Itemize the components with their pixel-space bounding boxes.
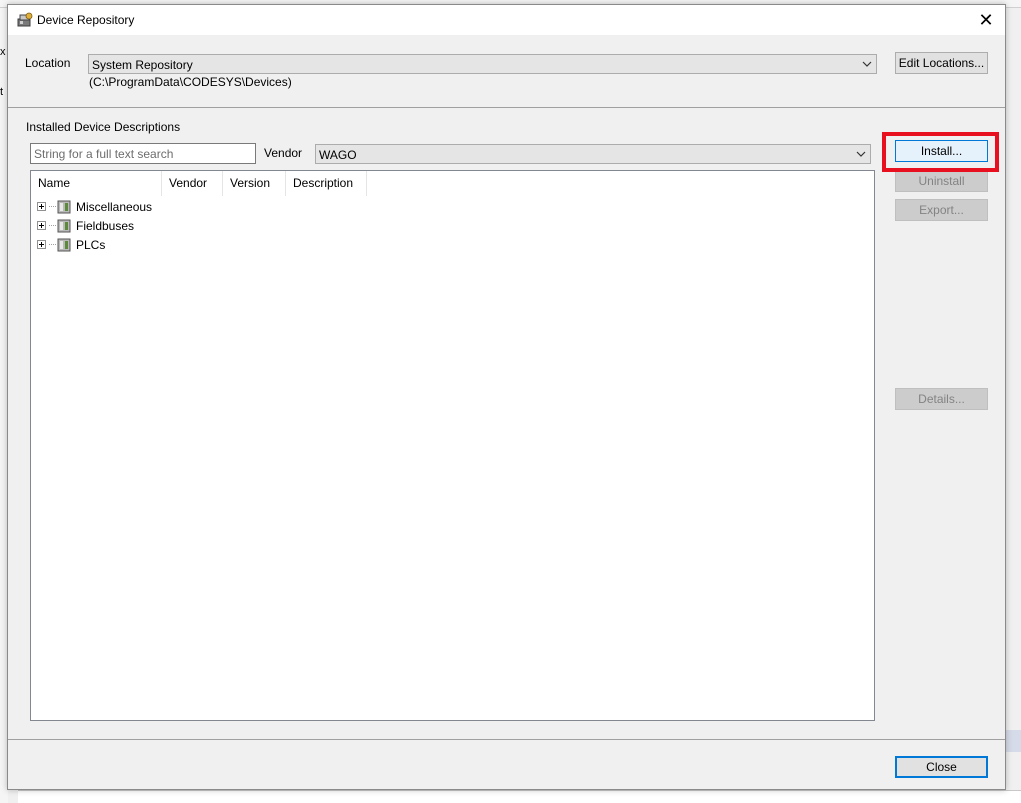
device-folder-icon bbox=[57, 219, 71, 232]
tree-connector bbox=[49, 206, 56, 207]
tree-connector bbox=[49, 225, 56, 226]
background-status-area bbox=[18, 790, 1021, 803]
tree-header: Name Vendor Version Description bbox=[31, 171, 367, 196]
column-header-vendor[interactable]: Vendor bbox=[162, 171, 223, 196]
background-mark: x bbox=[0, 46, 6, 58]
tree-node-label: Miscellaneous bbox=[76, 199, 153, 214]
device-tree[interactable]: Name Vendor Version Description Miscella… bbox=[30, 170, 875, 721]
background-right-panel bbox=[1005, 8, 1021, 803]
tree-node-plcs[interactable]: PLCs bbox=[37, 235, 105, 254]
column-header-name[interactable]: Name bbox=[31, 171, 162, 196]
device-repository-icon bbox=[17, 12, 33, 27]
details-button[interactable]: Details... bbox=[895, 388, 988, 410]
close-icon[interactable]: ✕ bbox=[971, 5, 1001, 35]
search-input[interactable] bbox=[30, 143, 256, 164]
location-label: Location bbox=[25, 56, 71, 70]
install-button[interactable]: Install... bbox=[895, 140, 988, 162]
location-selected: System Repository bbox=[92, 58, 193, 72]
background-band bbox=[1005, 730, 1021, 752]
device-repository-dialog: Device Repository ✕ Location System Repo… bbox=[7, 4, 1006, 790]
close-button[interactable]: Close bbox=[895, 756, 988, 778]
plus-expander-icon[interactable] bbox=[37, 202, 46, 211]
tree-connector bbox=[49, 244, 56, 245]
footer-separator bbox=[8, 739, 1005, 740]
location-dropdown[interactable]: System Repository bbox=[88, 54, 877, 74]
tree-node-miscellaneous[interactable]: Miscellaneous bbox=[37, 197, 152, 216]
tree-node-fieldbuses[interactable]: Fieldbuses bbox=[37, 216, 134, 235]
dialog-title: Device Repository bbox=[37, 13, 135, 27]
chevron-down-icon bbox=[856, 151, 866, 157]
chevron-down-icon bbox=[862, 61, 872, 67]
background-mark: t bbox=[0, 86, 4, 98]
tree-node-label: Fieldbuses bbox=[76, 218, 135, 233]
vendor-dropdown[interactable]: WAGO bbox=[315, 144, 871, 164]
location-path: (C:\ProgramData\CODESYS\Devices) bbox=[89, 75, 292, 89]
plus-expander-icon[interactable] bbox=[37, 240, 46, 249]
vendor-label: Vendor bbox=[264, 146, 303, 160]
column-header-description[interactable]: Description bbox=[286, 171, 367, 196]
installed-heading: Installed Device Descriptions bbox=[26, 120, 181, 134]
vendor-selected: WAGO bbox=[319, 148, 357, 162]
edit-locations-button[interactable]: Edit Locations... bbox=[895, 52, 988, 74]
uninstall-button[interactable]: Uninstall bbox=[895, 170, 988, 192]
section-separator bbox=[8, 107, 1005, 108]
plus-expander-icon[interactable] bbox=[37, 221, 46, 230]
tree-node-label: PLCs bbox=[76, 237, 106, 252]
device-folder-icon bbox=[57, 200, 71, 213]
dialog-titlebar: Device Repository ✕ bbox=[8, 5, 1005, 35]
export-button[interactable]: Export... bbox=[895, 199, 988, 221]
device-folder-icon bbox=[57, 238, 71, 251]
column-header-version[interactable]: Version bbox=[223, 171, 286, 196]
